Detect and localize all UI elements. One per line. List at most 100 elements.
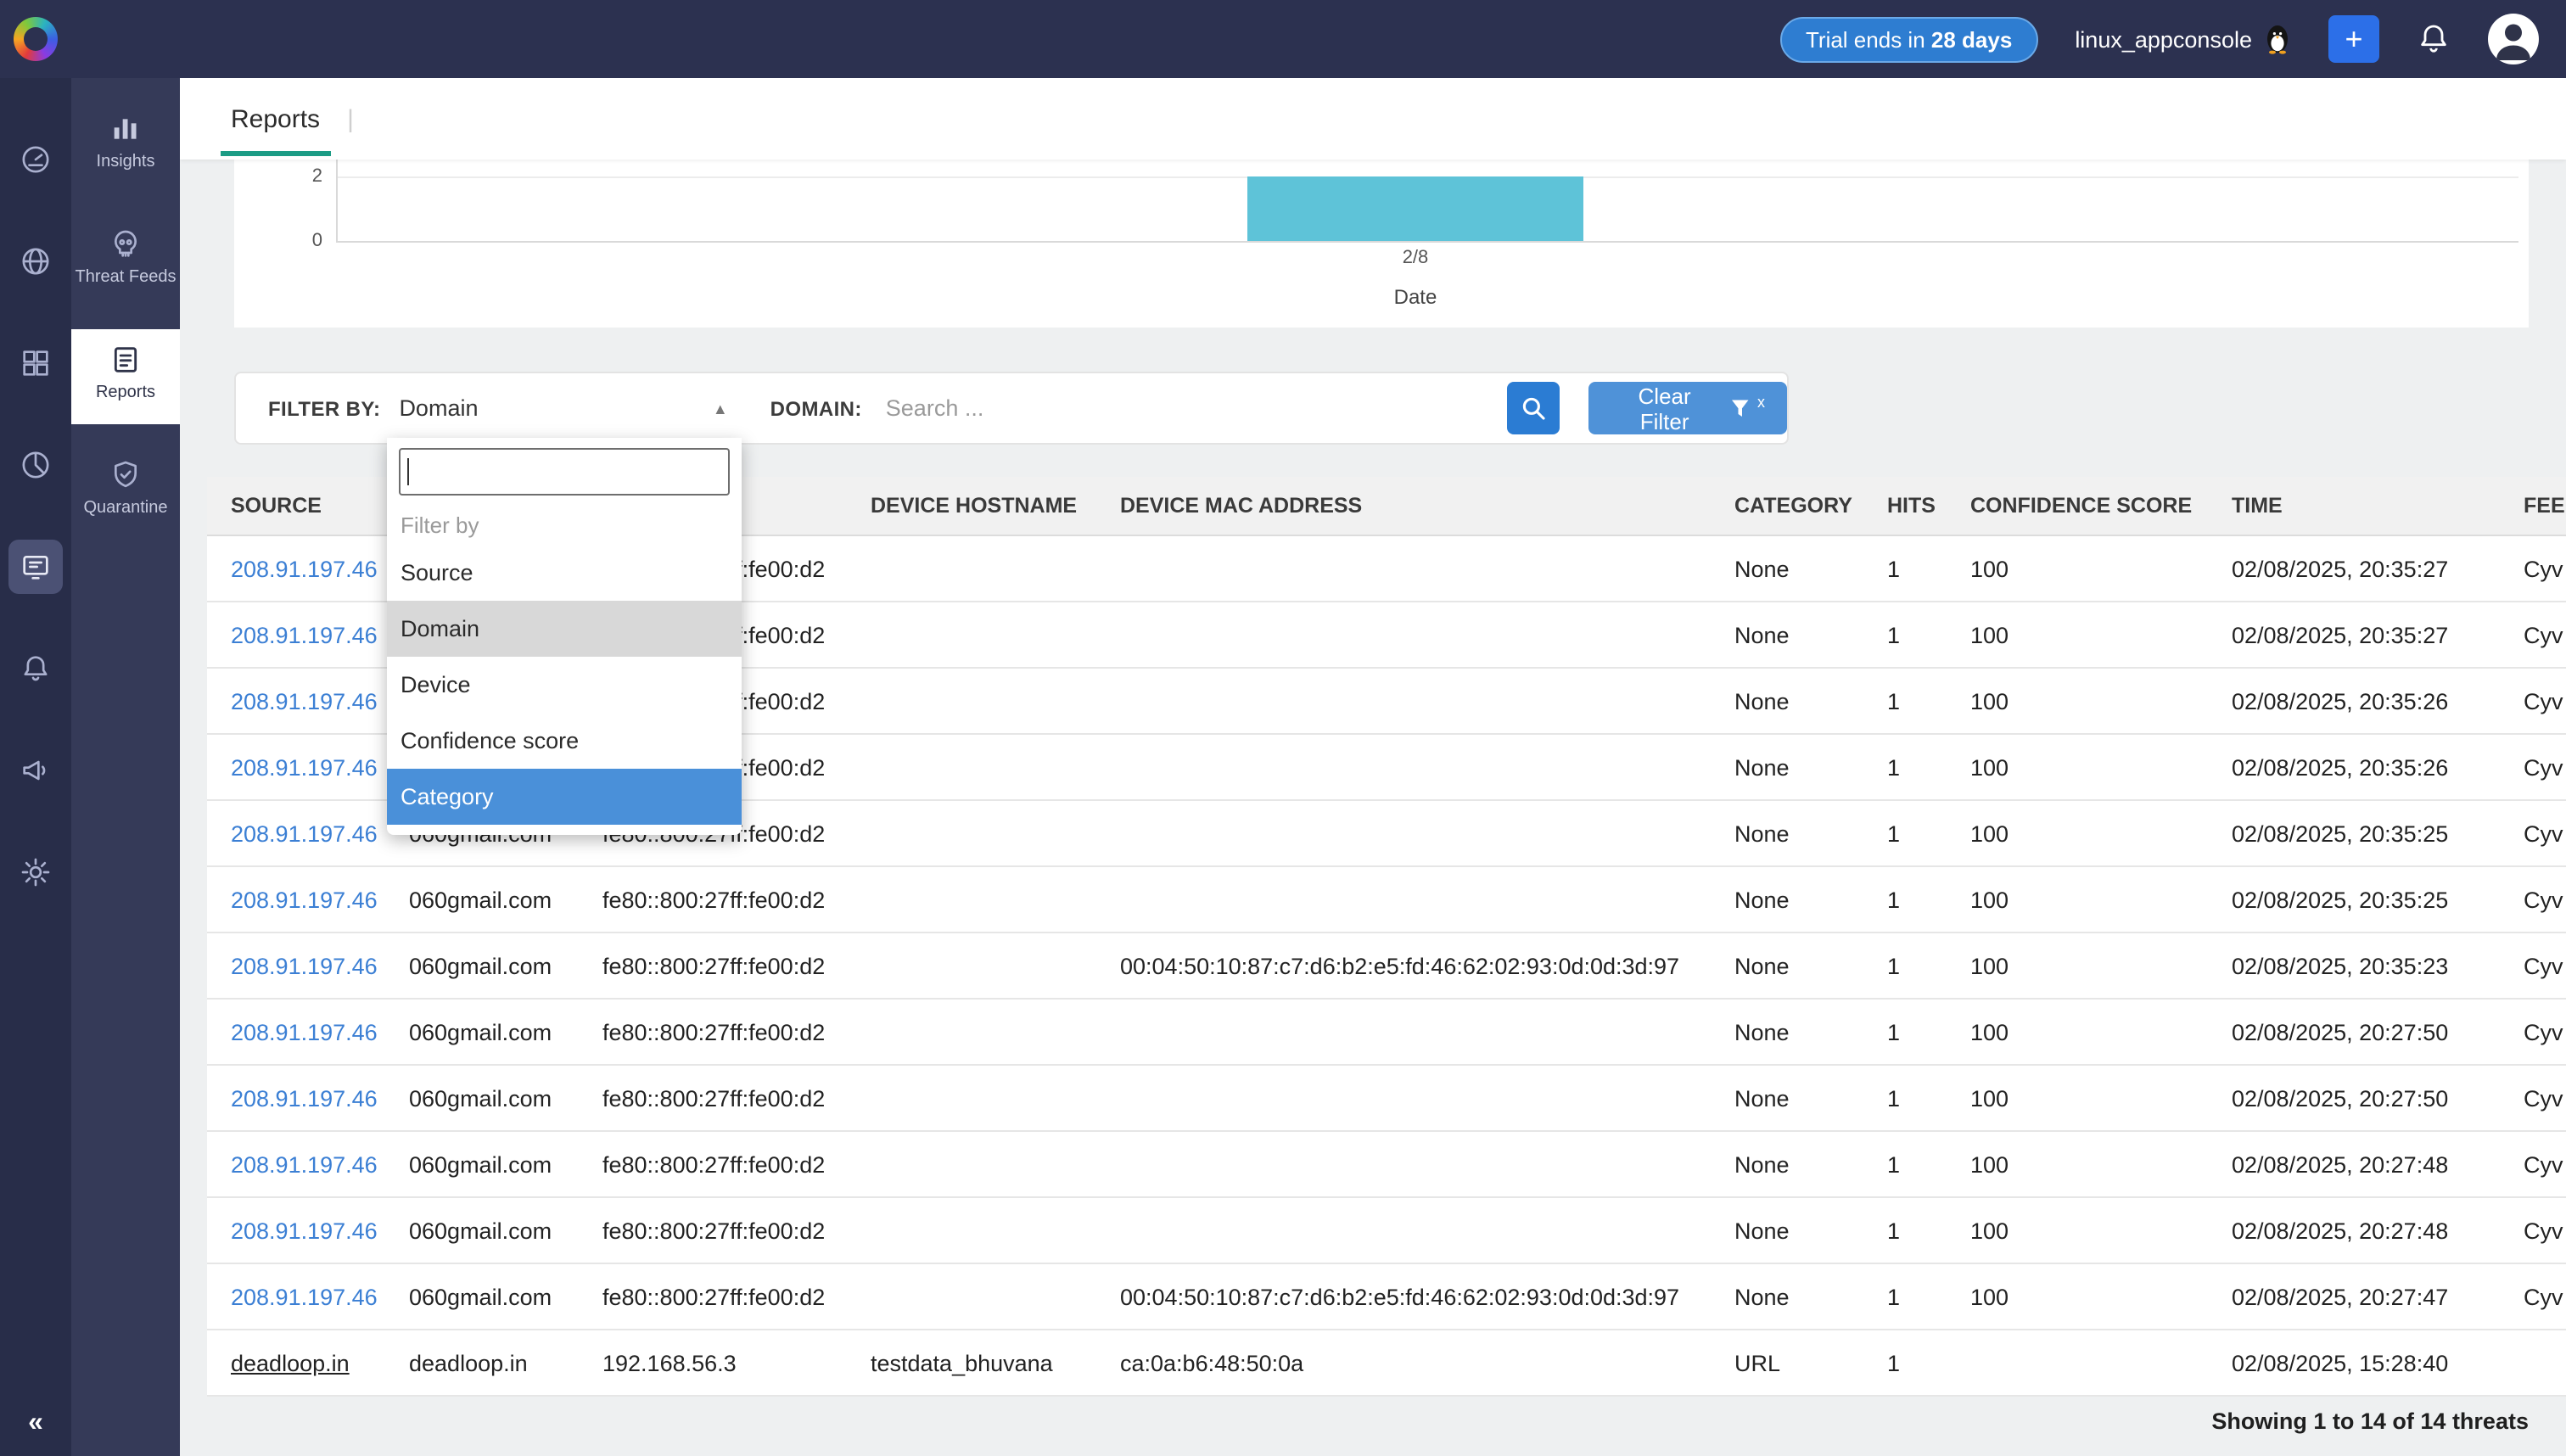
filter-clear-x: x xyxy=(1757,393,1765,410)
table-cell: Cyv xyxy=(2500,1085,2566,1111)
sidebar-item-label: Insights xyxy=(97,153,155,173)
table-cell: fe80::800:27ff:fe00:d2 xyxy=(579,1019,847,1044)
rail-item-apps[interactable] xyxy=(0,336,71,438)
source-link[interactable]: 208.91.197.46 xyxy=(207,688,385,714)
dropdown-option-category[interactable]: Category xyxy=(387,769,742,825)
table-cell: 1 xyxy=(1863,1284,1947,1309)
app-logo[interactable] xyxy=(14,17,58,61)
column-header-feed[interactable]: FEED xyxy=(2500,494,2566,518)
table-cell: 100 xyxy=(1947,887,2208,912)
column-header-device-hostname[interactable]: DEVICE HOSTNAME xyxy=(847,494,1096,518)
skull-icon xyxy=(109,227,143,261)
avatar[interactable] xyxy=(2488,14,2539,64)
penguin-icon xyxy=(2264,24,2291,54)
source-link[interactable]: 208.91.197.46 xyxy=(207,754,385,780)
add-button[interactable]: + xyxy=(2328,15,2379,63)
table-cell: 1 xyxy=(1863,953,1947,978)
table-cell: 02/08/2025, 20:35:25 xyxy=(2208,887,2500,912)
dropdown-filter-input[interactable] xyxy=(399,448,730,496)
table-cell: 100 xyxy=(1947,1085,2208,1111)
source-link[interactable]: deadloop.in xyxy=(207,1350,385,1375)
dropdown-option-domain[interactable]: Domain xyxy=(387,601,742,657)
source-link[interactable]: 208.91.197.46 xyxy=(207,1284,385,1309)
source-link[interactable]: 208.91.197.46 xyxy=(207,887,385,912)
rail-item-settings[interactable] xyxy=(0,845,71,947)
table-cell: Cyv xyxy=(2500,1151,2566,1177)
source-link[interactable]: 208.91.197.46 xyxy=(207,1085,385,1111)
source-link[interactable]: 208.91.197.46 xyxy=(207,556,385,581)
clear-filter-button[interactable]: Clear Filter x xyxy=(1588,382,1787,434)
bell-icon[interactable] xyxy=(2417,22,2451,56)
source-link[interactable]: 208.91.197.46 xyxy=(207,1151,385,1177)
account-name: linux_appconsole xyxy=(2075,26,2252,52)
sidebar-item-quarantine[interactable]: Quarantine xyxy=(71,445,180,540)
source-link[interactable]: 208.91.197.46 xyxy=(207,953,385,978)
shield-check-icon xyxy=(109,458,143,492)
rail-item-dns[interactable] xyxy=(0,234,71,336)
table-row: 208.91.197.46060gmail.comfe80::800:27ff:… xyxy=(207,1132,2566,1198)
domain-search-input[interactable] xyxy=(886,395,1487,421)
topbar: Trial ends in 28 days linux_appconsole xyxy=(0,0,2566,78)
threats-chart: 2 0 2/8 Date xyxy=(234,160,2529,328)
table-cell: 192.168.56.3 xyxy=(579,1350,847,1375)
column-header-device-mac-address[interactable]: DEVICE MAC ADDRESS xyxy=(1096,494,1711,518)
table-cell: 1 xyxy=(1863,820,1947,846)
search-button[interactable] xyxy=(1507,382,1560,434)
table-cell: 1 xyxy=(1863,1019,1947,1044)
rail-item-reports-section[interactable] xyxy=(0,540,71,641)
chart-x-axis xyxy=(336,241,2518,243)
source-link[interactable]: 208.91.197.46 xyxy=(207,1019,385,1044)
source-link[interactable]: 208.91.197.46 xyxy=(207,820,385,846)
sidebar-item-reports[interactable]: Reports xyxy=(71,329,180,424)
tab-separator: | xyxy=(347,104,354,133)
chart-bar[interactable] xyxy=(1247,176,1583,241)
apps-icon xyxy=(8,336,63,390)
table-cell: 02/08/2025, 20:27:50 xyxy=(2208,1019,2500,1044)
table-cell: 02/08/2025, 20:27:47 xyxy=(2208,1284,2500,1309)
sidebar-item-insights[interactable]: Insights xyxy=(71,98,180,193)
source-link[interactable]: 208.91.197.46 xyxy=(207,622,385,647)
globe-icon xyxy=(8,234,63,288)
tab-reports[interactable]: Reports xyxy=(221,82,330,155)
rail-item-dashboard[interactable] xyxy=(0,132,71,234)
table-cell: Cyv xyxy=(2500,953,2566,978)
table-cell: None xyxy=(1711,1284,1863,1309)
dropdown-option-device[interactable]: Device xyxy=(387,657,742,713)
column-header-category[interactable]: CATEGORY xyxy=(1711,494,1863,518)
table-cell: 1 xyxy=(1863,1085,1947,1111)
side-nav: Insights Threat Feeds Reports Quarantine xyxy=(71,78,180,1456)
table-cell: 1 xyxy=(1863,688,1947,714)
table-row: 208.91.197.46060gmail.comfe80::800:27ff:… xyxy=(207,933,2566,1000)
x-axis-label: Date xyxy=(1247,285,1583,309)
filter-by-value: Domain xyxy=(399,395,478,421)
column-header-confidence-score[interactable]: CONFIDENCE SCORE xyxy=(1947,494,2208,518)
account-menu[interactable]: linux_appconsole xyxy=(2075,24,2291,54)
rail-item-analytics[interactable] xyxy=(0,438,71,540)
collapse-sidebar-button[interactable]: « xyxy=(0,1408,71,1439)
sidebar-item-threat-feeds[interactable]: Threat Feeds xyxy=(71,214,180,309)
report-screen-icon xyxy=(8,540,63,594)
table-cell: Cyv xyxy=(2500,820,2566,846)
table-cell: deadloop.in xyxy=(385,1350,579,1375)
table-cell: 02/08/2025, 20:35:23 xyxy=(2208,953,2500,978)
rail-item-alerts[interactable] xyxy=(0,641,71,743)
table-cell: 060gmail.com xyxy=(385,1218,579,1243)
dropdown-option-source[interactable]: Source xyxy=(387,545,742,601)
table-cell: 1 xyxy=(1863,1218,1947,1243)
table-row: 208.91.197.46060gmail.comfe80::800:27ff:… xyxy=(207,1000,2566,1066)
trial-badge[interactable]: Trial ends in 28 days xyxy=(1780,16,2037,62)
filter-by-select[interactable]: Domain ▲ xyxy=(399,395,737,421)
column-header-source[interactable]: SOURCE xyxy=(207,494,385,518)
x-tick: 2/8 xyxy=(1247,248,1583,268)
column-header-hits[interactable]: HITS xyxy=(1863,494,1947,518)
table-cell: None xyxy=(1711,556,1863,581)
table-cell: testdata_bhuvana xyxy=(847,1350,1096,1375)
source-link[interactable]: 208.91.197.46 xyxy=(207,1218,385,1243)
table-cell: 02/08/2025, 20:35:25 xyxy=(2208,820,2500,846)
results-summary: Showing 1 to 14 of 14 threats xyxy=(207,1408,2529,1434)
dropdown-option-confidence-score[interactable]: Confidence score xyxy=(387,713,742,769)
column-header-time[interactable]: TIME xyxy=(2208,494,2500,518)
rail-item-announcements[interactable] xyxy=(0,743,71,845)
table-cell: 100 xyxy=(1947,754,2208,780)
sidebar-item-label: Quarantine xyxy=(84,499,168,519)
